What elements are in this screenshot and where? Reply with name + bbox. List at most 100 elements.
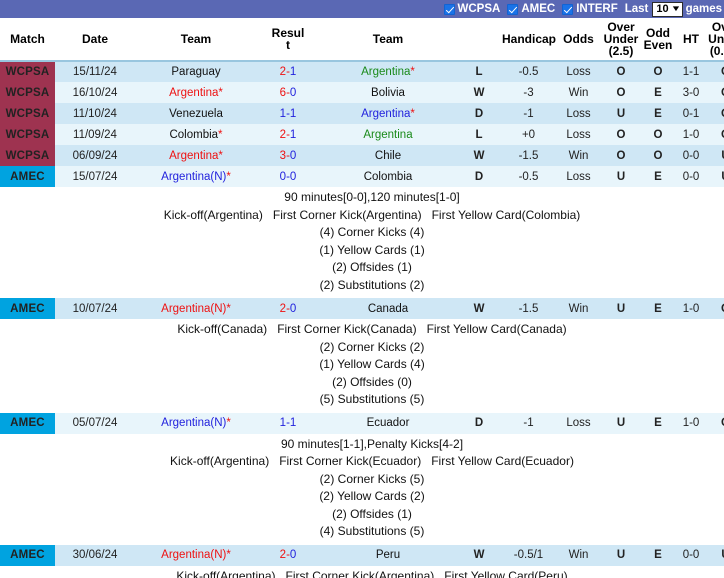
home-team-star: * <box>226 549 231 561</box>
competition-badge[interactable]: AMEC <box>0 412 55 434</box>
competition-badge[interactable]: WCPSA <box>0 61 55 82</box>
match-history-panel: WCPSAAMECINTERF Last 10 ▼ games Match <box>0 0 724 578</box>
detail-first-events: Kick-off(Argentina) First Corner Kick(Ecu… <box>0 453 724 471</box>
header-oe-line2: Even <box>643 38 673 52</box>
over-under-075: O <box>707 61 724 82</box>
table-row[interactable]: AMEC 10/07/24 Argentina(N)* 2-0 Canada W -1.5 W… <box>0 298 724 319</box>
competition-badge[interactable]: AMEC <box>0 166 55 187</box>
detail-stat: (5) Substitutions (5) <box>319 392 425 406</box>
over-under-075: U <box>707 166 724 187</box>
detail-periods: 90 minutes[0-0],120 minutes[1-0] <box>284 190 460 204</box>
score-away: 1 <box>289 107 297 120</box>
table-body: WCPSA 15/11/24 Paraguay 2-1 Argentina* L -0.5 L… <box>0 61 724 578</box>
odd-even: O <box>641 145 675 166</box>
table-row[interactable]: WCPSA 11/10/24 Venezuela 1-1 Argentina* D -1 Lo… <box>0 103 724 124</box>
odds-result: Win <box>556 145 601 166</box>
match-score: 2-0 <box>257 298 319 319</box>
score-away: 1 <box>289 128 297 141</box>
match-detail-row: 90 minutes[1-1],Penalty Kicks[4-2] Kick-o… <box>0 433 724 545</box>
competition-badge[interactable]: WCPSA <box>0 103 55 124</box>
filter-wcpsa[interactable]: WCPSA <box>443 3 500 15</box>
home-team-name: Venezuela <box>169 107 223 120</box>
handicap-value: -0.5/1 <box>501 544 556 566</box>
home-team[interactable]: Argentina(N)* <box>135 544 257 566</box>
table-row[interactable]: WCPSA 11/09/24 Colombia* 2-1 Argentina L +0 Los… <box>0 124 724 145</box>
handicap-value: -1 <box>501 103 556 124</box>
table-header-row: Match Date Team Resul t Team Handicap Od… <box>0 18 724 62</box>
home-team[interactable]: Argentina* <box>135 82 257 103</box>
checkbox-icon[interactable] <box>443 3 455 15</box>
games-label: games <box>685 3 722 15</box>
last-label: Last <box>624 3 649 15</box>
over-under-25: O <box>601 124 641 145</box>
competition-badge[interactable]: AMEC <box>0 544 55 566</box>
detail-first-event: Kick-off(Argentina) <box>163 207 263 222</box>
detail-stat: (1) Yellow Cards (4) <box>319 357 425 371</box>
table-row[interactable]: AMEC 05/07/24 Argentina(N)* 1-1 Ecuador D -1 Lo… <box>0 412 724 434</box>
over-under-075: O <box>707 412 724 434</box>
away-team-name: Chile <box>374 149 402 162</box>
home-team-star: * <box>226 302 231 315</box>
home-team[interactable]: Argentina* <box>135 145 257 166</box>
match-date: 05/07/24 <box>55 412 135 434</box>
competition-filters: WCPSA AMEC INTERF <box>443 3 625 15</box>
competition-badge[interactable]: WCPSA <box>0 145 55 166</box>
games-count-select[interactable]: 10 ▼ <box>652 1 683 17</box>
home-team[interactable]: Colombia* <box>135 124 257 145</box>
detail-first-events: Kick-off(Argentina) First Corner Kick(Arg… <box>0 207 724 225</box>
header-ht: HT <box>675 18 707 62</box>
away-team[interactable]: Chile <box>319 145 457 166</box>
home-team[interactable]: Argentina(N)* <box>135 166 257 187</box>
filter-interf[interactable]: INTERF <box>562 3 618 15</box>
match-score: 0-0 <box>257 166 319 187</box>
header-wl <box>457 18 501 62</box>
handicap-result: D <box>457 166 501 187</box>
score-away: 1 <box>289 417 297 429</box>
score-away: 0 <box>289 549 297 561</box>
home-team-star: * <box>218 128 223 141</box>
away-team[interactable]: Bolivia <box>319 82 457 103</box>
half-time-score: 0-0 <box>675 145 707 166</box>
over-under-075: O <box>707 124 724 145</box>
home-team[interactable]: Argentina(N)* <box>135 412 257 434</box>
header-odd-even: Odd Even <box>641 18 675 62</box>
handicap-result: L <box>457 61 501 82</box>
away-team[interactable]: Argentina* <box>319 61 457 82</box>
competition-badge[interactable]: WCPSA <box>0 124 55 145</box>
away-team[interactable]: Peru <box>319 544 457 566</box>
odds-result: Loss <box>556 103 601 124</box>
odd-even: O <box>641 61 675 82</box>
filter-amec[interactable]: AMEC <box>507 3 555 15</box>
home-team[interactable]: Paraguay <box>135 61 257 82</box>
over-under-25: U <box>601 412 641 434</box>
home-team[interactable]: Argentina(N)* <box>135 298 257 319</box>
odd-even: E <box>641 544 675 566</box>
home-team-name: Colombia <box>169 128 219 141</box>
table-row[interactable]: WCPSA 15/11/24 Paraguay 2-1 Argentina* L -0.5 L… <box>0 61 724 82</box>
away-team-name: Canada <box>367 302 409 315</box>
away-team[interactable]: Ecuador <box>319 412 457 434</box>
competition-badge[interactable]: AMEC <box>0 298 55 319</box>
table-row[interactable]: WCPSA 16/10/24 Argentina* 6-0 Bolivia W -3 Win O… <box>0 82 724 103</box>
detail-stat: (4) Substitutions (5) <box>319 524 425 538</box>
away-team[interactable]: Canada <box>319 298 457 319</box>
away-team[interactable]: Colombia <box>319 166 457 187</box>
checkbox-icon[interactable] <box>562 3 574 15</box>
handicap-result: W <box>457 145 501 166</box>
handicap-value: -1 <box>501 412 556 434</box>
games-count-value: 10 <box>656 3 669 15</box>
checkbox-icon[interactable] <box>507 3 519 15</box>
away-team[interactable]: Argentina* <box>319 103 457 124</box>
home-team-name: Argentina(N) <box>161 549 227 561</box>
table-row[interactable]: AMEC 30/06/24 Argentina(N)* 2-0 Peru W -0.5/1 W… <box>0 544 724 566</box>
odds-result: Win <box>556 298 601 319</box>
detail-first-event: First Yellow Card(Ecuador) <box>431 454 574 468</box>
away-team-name: Peru <box>375 549 401 561</box>
table-row[interactable]: AMEC 15/07/24 Argentina(N)* 0-0 Colombia D -0.… <box>0 166 724 187</box>
competition-badge[interactable]: WCPSA <box>0 82 55 103</box>
table-row[interactable]: WCPSA 06/09/24 Argentina* 3-0 Chile W -1.5 Win O… <box>0 145 724 166</box>
handicap-result: W <box>457 544 501 566</box>
home-team[interactable]: Venezuela <box>135 103 257 124</box>
away-team[interactable]: Argentina <box>319 124 457 145</box>
header-ou075-line3: (0.75) <box>709 44 724 58</box>
